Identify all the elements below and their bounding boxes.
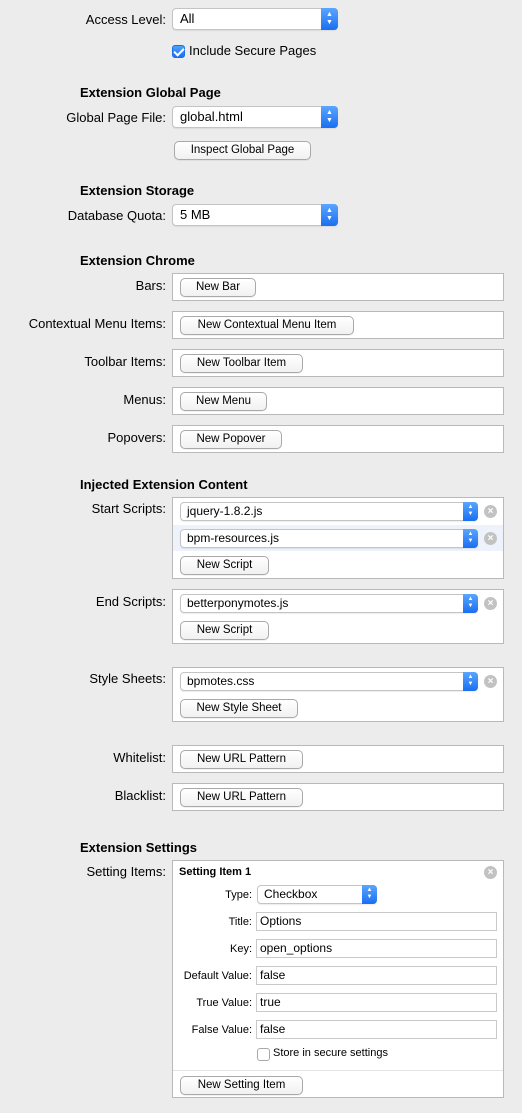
menus-label: Menus: <box>123 392 166 407</box>
new-bar-button[interactable]: New Bar <box>180 278 256 297</box>
style-sheet-value: bpmotes.css <box>187 674 255 688</box>
include-secure-pages-label: Include Secure Pages <box>189 43 317 58</box>
blacklist-label: Blacklist: <box>114 788 166 803</box>
start-script-popup[interactable]: bpm-resources.js ▲ ▼ <box>180 529 478 548</box>
default-value-label: Default Value: <box>183 970 252 982</box>
title-field[interactable]: Options <box>256 912 497 931</box>
remove-icon[interactable]: × <box>484 675 497 688</box>
popup-arrows-icon: ▲ ▼ <box>321 8 338 30</box>
new-popover-button[interactable]: New Popover <box>180 430 282 449</box>
chrome-heading: Extension Chrome <box>80 253 195 268</box>
key-field[interactable]: open_options <box>256 939 497 958</box>
global-page-heading: Extension Global Page <box>80 85 221 100</box>
new-style-sheet-button[interactable]: New Style Sheet <box>180 699 298 718</box>
whitelist-label: Whitelist: <box>113 750 166 765</box>
settings-heading: Extension Settings <box>80 840 198 855</box>
popup-arrows-icon: ▲ ▼ <box>463 594 478 613</box>
true-value-field[interactable]: true <box>256 993 497 1012</box>
popup-arrows-icon: ▲ ▼ <box>463 502 478 521</box>
new-toolbar-item-button[interactable]: New Toolbar Item <box>180 354 303 373</box>
remove-setting-icon[interactable]: × <box>484 866 497 879</box>
setting-item-title: Setting Item 1 <box>179 866 252 878</box>
start-scripts-label: Start Scripts: <box>91 501 166 516</box>
start-script-popup[interactable]: jquery-1.8.2.js ▲ ▼ <box>180 502 478 521</box>
global-page-file-label: Global Page File: <box>66 110 166 125</box>
title-label: Title: <box>228 916 252 928</box>
start-script-value: bpm-resources.js <box>187 531 280 545</box>
false-value-label: False Value: <box>191 1024 252 1036</box>
bars-label: Bars: <box>135 278 166 293</box>
remove-icon[interactable]: × <box>484 597 497 610</box>
access-level-popup[interactable]: All ▲ ▼ <box>172 8 338 30</box>
style-sheet-popup[interactable]: bpmotes.css ▲ ▼ <box>180 672 478 691</box>
start-script-value: jquery-1.8.2.js <box>187 504 263 518</box>
popup-arrows-icon: ▲ ▼ <box>362 885 377 904</box>
new-end-script-button[interactable]: New Script <box>180 621 269 640</box>
type-value: Checkbox <box>264 887 318 901</box>
type-popup[interactable]: Checkbox ▲ ▼ <box>257 885 377 904</box>
toolbar-items-label: Toolbar Items: <box>84 354 166 369</box>
type-label: Type: <box>225 889 252 901</box>
popup-arrows-icon: ▲ ▼ <box>321 204 338 226</box>
storage-heading: Extension Storage <box>80 183 195 198</box>
false-value-field[interactable]: false <box>256 1020 497 1039</box>
include-secure-pages-checkbox[interactable] <box>172 45 185 58</box>
global-page-file-popup[interactable]: global.html ▲ ▼ <box>172 106 338 128</box>
end-script-value: betterponymotes.js <box>187 596 289 610</box>
popup-arrows-icon: ▲ ▼ <box>321 106 338 128</box>
end-script-popup[interactable]: betterponymotes.js ▲ ▼ <box>180 594 478 613</box>
new-menu-button[interactable]: New Menu <box>180 392 267 411</box>
default-value-field[interactable]: false <box>256 966 497 985</box>
new-contextual-menu-item-button[interactable]: New Contextual Menu Item <box>180 316 354 335</box>
remove-icon[interactable]: × <box>484 505 497 518</box>
end-scripts-label: End Scripts: <box>95 594 166 609</box>
key-label: Key: <box>229 943 252 955</box>
style-sheets-label: Style Sheets: <box>89 671 166 686</box>
true-value-label: True Value: <box>196 997 252 1009</box>
database-quota-value: 5 MB <box>180 207 211 222</box>
new-start-script-button[interactable]: New Script <box>180 556 269 575</box>
divider <box>173 1070 503 1071</box>
inspect-global-page-button[interactable]: Inspect Global Page <box>174 141 311 160</box>
global-page-file-value: global.html <box>180 109 243 124</box>
new-whitelist-pattern-button[interactable]: New URL Pattern <box>180 750 303 769</box>
injected-content-heading: Injected Extension Content <box>80 477 248 492</box>
access-level-label: Access Level: <box>85 12 166 27</box>
store-secure-label: Store in secure settings <box>273 1047 388 1059</box>
access-level-value: All <box>180 11 195 26</box>
store-secure-checkbox[interactable] <box>257 1048 270 1061</box>
popup-arrows-icon: ▲ ▼ <box>463 529 478 548</box>
database-quota-popup[interactable]: 5 MB ▲ ▼ <box>172 204 338 226</box>
popup-arrows-icon: ▲ ▼ <box>463 672 478 691</box>
new-blacklist-pattern-button[interactable]: New URL Pattern <box>180 788 303 807</box>
new-setting-item-button[interactable]: New Setting Item <box>180 1076 303 1095</box>
remove-icon[interactable]: × <box>484 532 497 545</box>
contextual-menu-items-label: Contextual Menu Items: <box>28 316 166 331</box>
setting-items-label: Setting Items: <box>86 864 166 879</box>
popovers-label: Popovers: <box>107 430 166 445</box>
database-quota-label: Database Quota: <box>67 208 166 223</box>
